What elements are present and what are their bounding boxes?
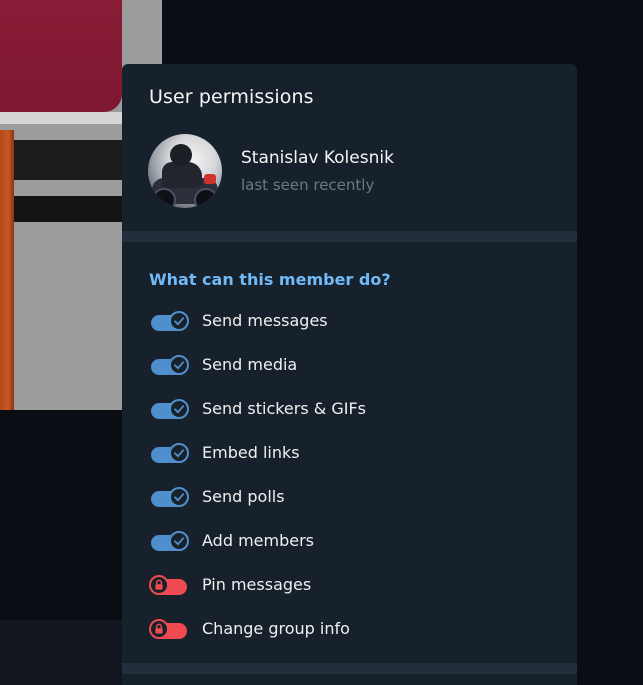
permission-label: Send messages (202, 311, 328, 330)
chat-input-area (0, 620, 122, 685)
user-name[interactable]: Stanislav Kolesnik (241, 148, 394, 168)
checkmark-icon (169, 311, 189, 331)
permission-row-send-stickers-gifs[interactable]: Send stickers & GIFs (122, 388, 577, 432)
user-status: last seen recently (241, 176, 375, 194)
permission-toggle[interactable] (151, 311, 189, 331)
permission-label: Embed links (202, 443, 300, 462)
checkmark-icon (169, 531, 189, 551)
app-window: User permissions Stanislav Kolesnik last… (0, 0, 643, 685)
checkmark-icon (169, 355, 189, 375)
permission-label: Add members (202, 531, 314, 550)
checkmark-icon (169, 443, 189, 463)
permission-toggle[interactable] (151, 399, 189, 419)
permission-row-send-media[interactable]: Send media (122, 344, 577, 388)
user-permissions-dialog: User permissions Stanislav Kolesnik last… (122, 64, 577, 685)
permission-toggle[interactable] (149, 575, 187, 595)
permission-row-send-messages[interactable]: Send messages (122, 300, 577, 344)
permission-row-send-polls[interactable]: Send polls (122, 476, 577, 520)
checkmark-icon (169, 399, 189, 419)
permission-label: Send media (202, 355, 298, 374)
permission-row-change-group-info[interactable]: Change group info (122, 608, 577, 652)
permission-row-pin-messages[interactable]: Pin messages (122, 564, 577, 608)
dialog-title: User permissions (149, 86, 314, 108)
permission-toggle[interactable] (149, 619, 187, 639)
permission-toggle[interactable] (151, 443, 189, 463)
permission-label: Send polls (202, 487, 285, 506)
permission-label: Change group info (202, 619, 350, 638)
user-avatar[interactable] (148, 134, 222, 208)
permission-label: Send stickers & GIFs (202, 399, 366, 418)
lock-icon (149, 575, 169, 595)
permission-toggle[interactable] (151, 531, 189, 551)
permission-toggle[interactable] (151, 355, 189, 375)
permission-toggle[interactable] (151, 487, 189, 507)
permissions-section-title: What can this member do? (149, 270, 391, 289)
section-divider (122, 231, 577, 242)
lock-icon (149, 619, 169, 639)
permission-label: Pin messages (202, 575, 312, 594)
permission-row-add-members[interactable]: Add members (122, 520, 577, 564)
permission-row-embed-links[interactable]: Embed links (122, 432, 577, 476)
checkmark-icon (169, 487, 189, 507)
section-divider-bottom (122, 663, 577, 674)
